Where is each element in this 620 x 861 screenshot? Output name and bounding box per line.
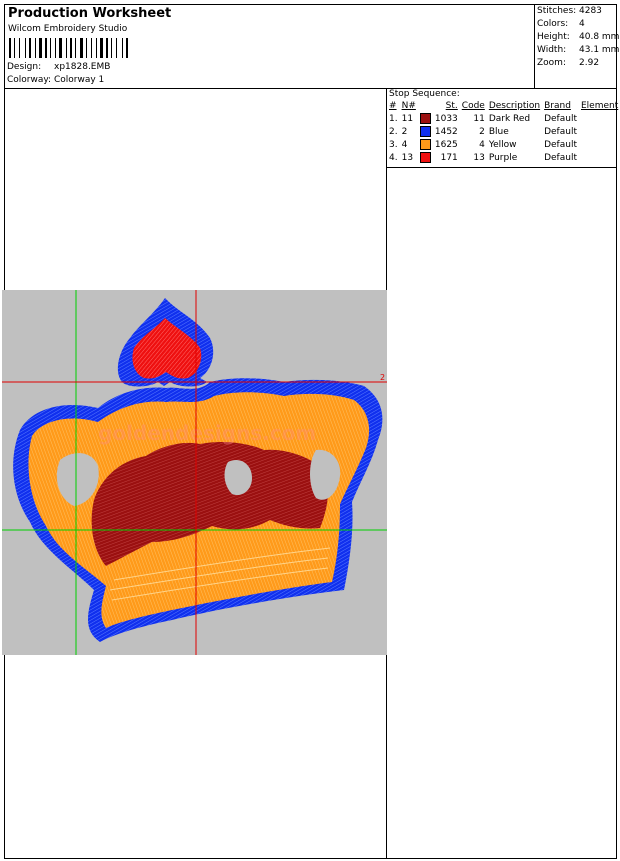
- row-index: 1.: [389, 113, 398, 124]
- row-element: [579, 125, 620, 138]
- worksheet-page: Production Worksheet Wilcom Embroidery S…: [2, 4, 620, 859]
- col-needle: N#: [401, 101, 416, 111]
- row-stitches: 1452: [434, 126, 458, 137]
- col-description: Description: [488, 101, 541, 111]
- color-swatch: [419, 113, 431, 124]
- worksheet-header: Production Worksheet Wilcom Embroidery S…: [5, 5, 620, 89]
- row-swatch: [418, 138, 433, 151]
- row-needle: 4: [401, 139, 408, 150]
- embroidery-preview: goldendesigns.com 2: [2, 290, 387, 655]
- table-row: 2. 2 1452 2 Blue Default: [387, 125, 620, 138]
- color-swatch: [419, 152, 431, 163]
- row-code: 13: [473, 152, 485, 163]
- row-stitches: 1033: [434, 113, 458, 124]
- color-swatch: [419, 139, 431, 150]
- watermark-text: goldendesigns.com: [98, 421, 316, 445]
- row-description: Blue: [488, 126, 509, 137]
- row-swatch: [418, 151, 433, 164]
- stop-sequence-table: # N# St. Code Description Brand Element …: [387, 100, 620, 164]
- row-swatch: [418, 112, 433, 125]
- row-description: Purple: [488, 152, 518, 163]
- row-stitches: 171: [440, 152, 458, 163]
- row-brand: Default: [544, 139, 577, 150]
- table-row: 3. 4 1625 4 Yellow Default: [387, 138, 620, 151]
- design-row: Design: xp1828.EMB: [7, 62, 110, 72]
- col-element: Element: [580, 101, 619, 111]
- software-name: Wilcom Embroidery Studio: [8, 24, 128, 34]
- col-brand: Brand: [544, 101, 571, 111]
- row-index: 4.: [389, 152, 398, 163]
- colorway-row: Colorway: Colorway 1: [7, 75, 104, 85]
- table-header-row: # N# St. Code Description Brand Element: [387, 100, 620, 112]
- row-code: 2: [479, 126, 485, 137]
- stat-width: Width: 43.1 mm: [537, 45, 620, 55]
- design-preview: goldendesigns.com 2: [2, 290, 387, 655]
- row-element: [579, 112, 620, 125]
- stat-zoom: Zoom: 2.92: [537, 58, 600, 68]
- row-code: 11: [473, 113, 485, 124]
- row-index: 2.: [389, 126, 398, 137]
- design-label: Design:: [7, 62, 42, 72]
- row-element: [579, 138, 620, 151]
- row-description: Dark Red: [488, 113, 531, 124]
- table-row: 4. 13 171 13 Purple Default: [387, 151, 620, 164]
- page-title: Production Worksheet: [8, 6, 172, 21]
- colorway-label: Colorway:: [7, 75, 52, 85]
- row-description: Yellow: [488, 139, 517, 150]
- col-swatch: [418, 100, 433, 112]
- col-code: Code: [461, 101, 485, 111]
- row-brand: Default: [544, 152, 577, 163]
- row-index: 3.: [389, 139, 398, 150]
- row-needle: 11: [401, 113, 414, 124]
- col-index: #: [389, 101, 397, 111]
- row-brand: Default: [544, 113, 577, 124]
- row-code: 4: [479, 139, 485, 150]
- barcode-icon: [9, 38, 128, 58]
- col-stitches: St.: [445, 101, 458, 111]
- colorway-value: Colorway 1: [54, 75, 105, 85]
- design-stats: Stitches: 4283 Colors: 4 Height: 40.8 mm Wi…: [534, 5, 620, 88]
- stop-sequence-caption: Stop Sequence:: [389, 89, 460, 99]
- design-value: xp1828.EMB: [54, 62, 111, 72]
- color-swatch: [419, 126, 431, 137]
- row-stitches: 1625: [434, 139, 458, 150]
- table-row: 1. 11 1033 11 Dark Red Default: [387, 112, 620, 125]
- stat-colors: Colors: 4: [537, 19, 585, 29]
- row-needle: 2: [401, 126, 408, 137]
- row-needle: 13: [401, 152, 414, 163]
- stat-stitches: Stitches: 4283: [537, 6, 602, 16]
- stat-height: Height: 40.8 mm: [537, 32, 620, 42]
- row-element: [579, 151, 620, 164]
- guide-marker-label: 2: [380, 373, 385, 382]
- stop-sequence-panel: Stop Sequence: # N# St. Code Description…: [387, 88, 618, 168]
- row-swatch: [418, 125, 433, 138]
- row-brand: Default: [544, 126, 577, 137]
